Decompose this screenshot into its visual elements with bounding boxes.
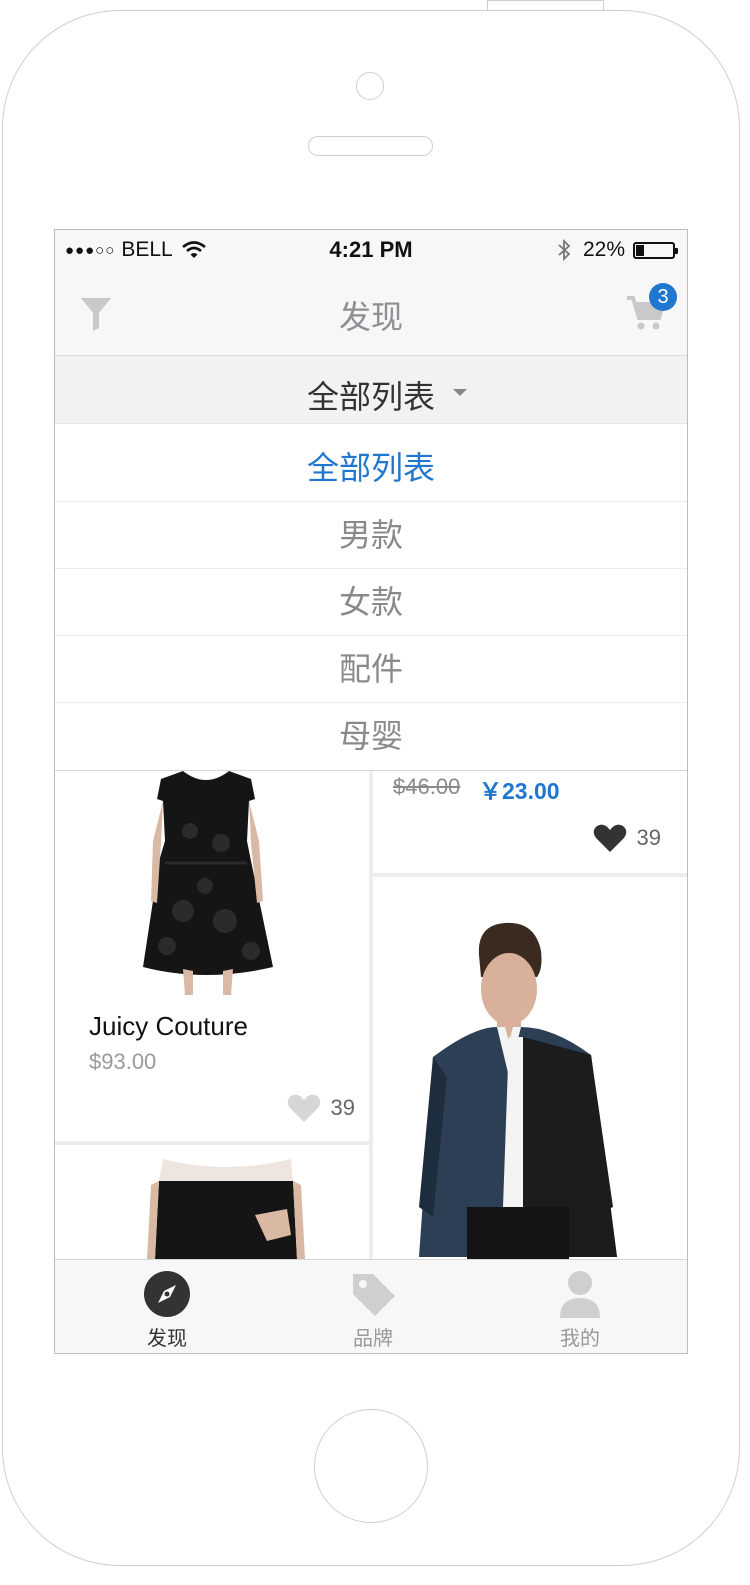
battery-icon bbox=[633, 241, 678, 259]
power-button bbox=[487, 0, 604, 10]
tab-bar: 发现 品牌 我的 bbox=[55, 1259, 687, 1353]
dress-product-image bbox=[143, 771, 273, 995]
like-count[interactable]: 39 bbox=[287, 1093, 355, 1123]
status-bar: ●●●○○ BELL 4:21 PM 22% bbox=[55, 230, 687, 270]
tab-profile[interactable]: 我的 bbox=[520, 1268, 640, 1351]
product-card[interactable] bbox=[373, 877, 687, 1259]
product-card[interactable]: Juicy Couture $93.00 39 bbox=[55, 771, 369, 1141]
dropdown-option-all[interactable]: 全部列表 bbox=[55, 424, 687, 502]
dropdown-selected-label: 全部列表 bbox=[306, 379, 435, 415]
blazer-product-image bbox=[419, 922, 617, 1259]
heart-icon bbox=[287, 1094, 320, 1122]
product-price: $93.00 bbox=[89, 1049, 157, 1074]
app-screen: ●●●○○ BELL 4:21 PM 22% 发现 3 全部列表 全部列表 男款… bbox=[54, 229, 688, 1354]
earpiece-speaker bbox=[308, 136, 433, 156]
dropdown-option-baby[interactable]: 母婴 bbox=[55, 703, 687, 770]
category-dropdown[interactable]: 全部列表 bbox=[55, 356, 687, 424]
product-brand: Juicy Couture bbox=[89, 1011, 248, 1041]
user-icon bbox=[560, 1271, 600, 1318]
dropdown-menu: 全部列表 男款 女款 配件 母婴 bbox=[55, 424, 687, 771]
like-count-value: 39 bbox=[330, 1095, 355, 1120]
jeans-product-image bbox=[147, 1159, 305, 1259]
tab-label: 品牌 bbox=[353, 1328, 393, 1350]
tab-label: 发现 bbox=[147, 1328, 187, 1350]
sale-price: ￥23.00 bbox=[479, 778, 560, 804]
product-grid: Juicy Couture $93.00 39 $46.00 ￥23.00 39 bbox=[55, 771, 687, 1259]
tab-label: 我的 bbox=[560, 1328, 600, 1350]
like-count[interactable]: 39 bbox=[593, 823, 661, 853]
product-card[interactable]: $46.00 ￥23.00 39 bbox=[373, 771, 687, 873]
like-count-value: 39 bbox=[636, 825, 661, 850]
caret-down-icon bbox=[453, 389, 467, 396]
dropdown-option-accessories[interactable]: 配件 bbox=[55, 636, 687, 703]
dropdown-option-women[interactable]: 女款 bbox=[55, 569, 687, 636]
original-price: $46.00 bbox=[393, 774, 461, 799]
home-button[interactable] bbox=[314, 1409, 428, 1523]
cart-badge: 3 bbox=[649, 283, 677, 311]
product-card[interactable] bbox=[55, 1145, 369, 1259]
battery-percent: 22% bbox=[582, 238, 625, 261]
heart-icon bbox=[593, 824, 626, 852]
bluetooth-icon bbox=[558, 238, 571, 262]
tab-brands[interactable]: 品牌 bbox=[313, 1268, 433, 1351]
compass-icon bbox=[144, 1271, 190, 1317]
tag-icon bbox=[353, 1274, 395, 1316]
front-camera bbox=[356, 72, 384, 100]
tab-discover[interactable]: 发现 bbox=[107, 1268, 227, 1351]
page-title: 发现 bbox=[338, 299, 403, 335]
navigation-bar: 发现 3 bbox=[55, 270, 687, 356]
dropdown-option-men[interactable]: 男款 bbox=[55, 502, 687, 569]
